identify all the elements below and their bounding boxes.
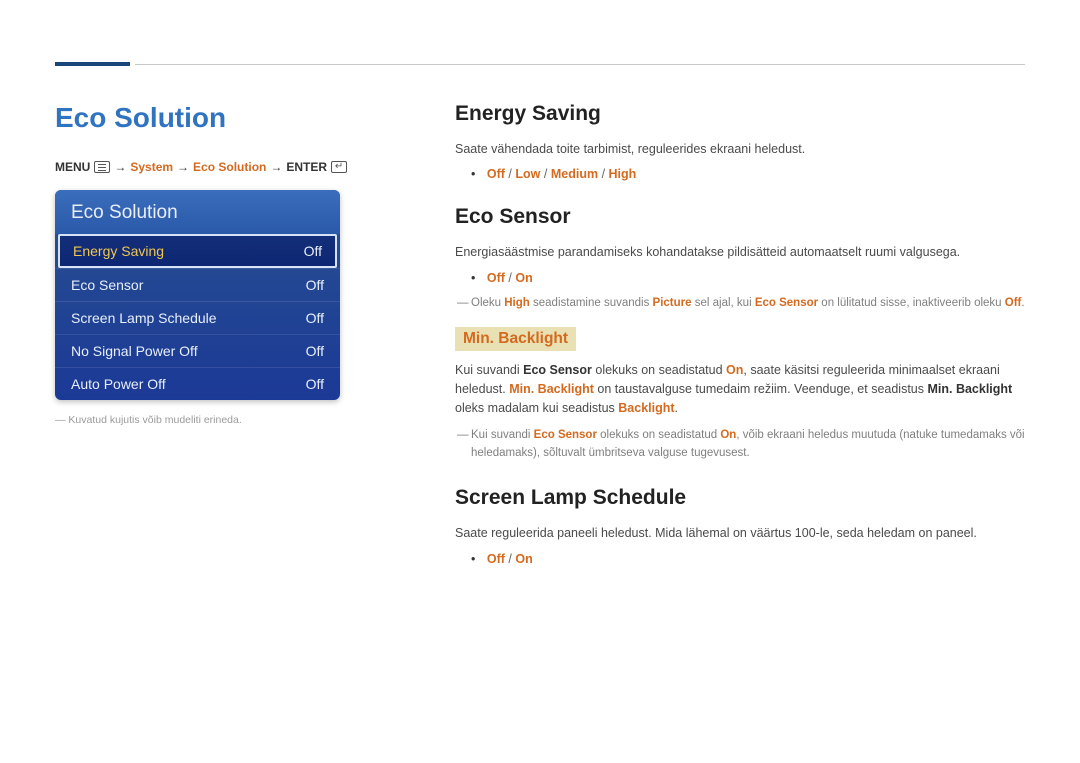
energy-saving-heading: Energy Saving bbox=[455, 102, 1025, 126]
min-backlight-heading: Min. Backlight bbox=[455, 327, 576, 351]
screen-lamp-options: Off / On bbox=[471, 552, 1025, 566]
page-title: Eco Solution bbox=[55, 102, 400, 134]
breadcrumb-menu: MENU bbox=[55, 160, 90, 174]
menu-item-energy-saving[interactable]: Energy Saving Off bbox=[58, 234, 337, 268]
breadcrumb-enter: ENTER bbox=[286, 160, 327, 174]
menu-item-eco-sensor[interactable]: Eco Sensor Off bbox=[55, 268, 340, 301]
menu-item-value: Off bbox=[306, 376, 324, 392]
menu-item-auto-power-off[interactable]: Auto Power Off Off bbox=[55, 367, 340, 400]
menu-item-label: Auto Power Off bbox=[71, 376, 166, 392]
eco-sensor-heading: Eco Sensor bbox=[455, 205, 1025, 229]
breadcrumb-arrow: → bbox=[270, 160, 282, 174]
min-backlight-note: Kui suvandi Eco Sensor olekuks on seadis… bbox=[457, 427, 1025, 463]
menu-item-value: Off bbox=[306, 310, 324, 326]
min-backlight-desc: Kui suvandi Eco Sensor olekuks on seadis… bbox=[455, 361, 1025, 419]
energy-saving-desc: Saate vähendada toite tarbimist, regulee… bbox=[455, 140, 1025, 159]
energy-saving-options: Off / Low / Medium / High bbox=[471, 167, 1025, 181]
eco-sensor-note: Oleku High seadistamine suvandis Picture… bbox=[457, 295, 1025, 313]
menu-panel-header: Eco Solution bbox=[55, 190, 340, 234]
menu-item-label: Energy Saving bbox=[73, 243, 164, 259]
enter-icon bbox=[331, 161, 347, 173]
menu-item-label: Screen Lamp Schedule bbox=[71, 310, 217, 326]
breadcrumb-eco-solution: Eco Solution bbox=[193, 160, 266, 174]
menu-item-value: Off bbox=[306, 277, 324, 293]
menu-item-value: Off bbox=[304, 243, 322, 259]
breadcrumb: MENU → System → Eco Solution → ENTER bbox=[55, 160, 400, 174]
breadcrumb-system: System bbox=[130, 160, 173, 174]
screen-lamp-heading: Screen Lamp Schedule bbox=[455, 486, 1025, 510]
menu-item-no-signal-power-off[interactable]: No Signal Power Off Off bbox=[55, 334, 340, 367]
eco-sensor-options: Off / On bbox=[471, 271, 1025, 285]
menu-item-label: Eco Sensor bbox=[71, 277, 143, 293]
menu-icon bbox=[94, 161, 110, 173]
menu-item-screen-lamp-schedule[interactable]: Screen Lamp Schedule Off bbox=[55, 301, 340, 334]
footnote: Kuvatud kujutis võib mudeliti erineda. bbox=[55, 414, 400, 426]
eco-sensor-desc: Energiasäästmise parandamiseks kohandata… bbox=[455, 243, 1025, 262]
screen-lamp-desc: Saate reguleerida paneeli heledust. Mida… bbox=[455, 524, 1025, 543]
menu-item-value: Off bbox=[306, 343, 324, 359]
menu-panel: Eco Solution Energy Saving Off Eco Sensor O… bbox=[55, 190, 340, 400]
breadcrumb-arrow: → bbox=[177, 160, 189, 174]
breadcrumb-arrow: → bbox=[114, 160, 126, 174]
menu-item-label: No Signal Power Off bbox=[71, 343, 198, 359]
